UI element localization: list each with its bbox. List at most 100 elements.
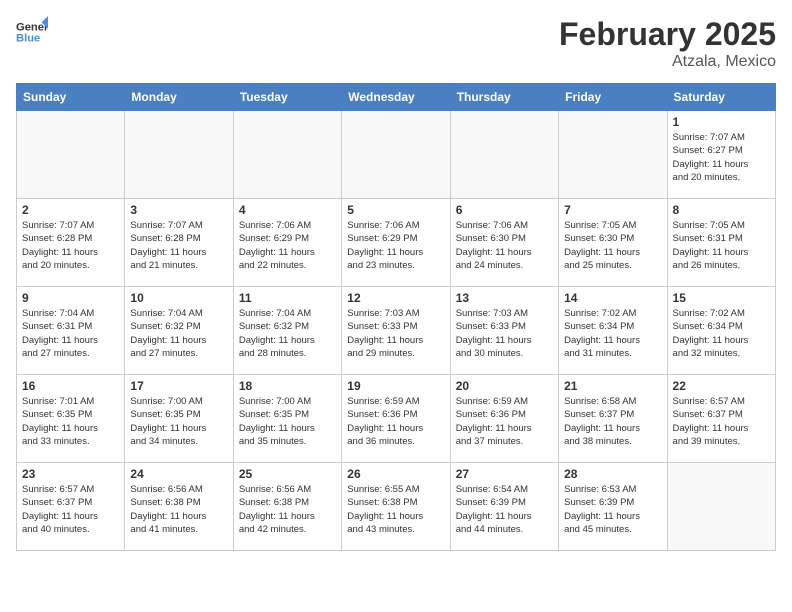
day-number: 5	[347, 203, 444, 217]
day-info: Sunrise: 6:56 AM Sunset: 6:38 PM Dayligh…	[130, 483, 227, 536]
day-number: 28	[564, 467, 661, 481]
day-number: 7	[564, 203, 661, 217]
day-info: Sunrise: 6:58 AM Sunset: 6:37 PM Dayligh…	[564, 395, 661, 448]
day-number: 19	[347, 379, 444, 393]
calendar-day-cell: 12 Sunrise: 7:03 AM Sunset: 6:33 PM Dayli…	[342, 287, 450, 375]
calendar-day-cell	[342, 111, 450, 199]
day-number: 17	[130, 379, 227, 393]
calendar-day-cell: 2 Sunrise: 7:07 AM Sunset: 6:28 PM Daylig…	[17, 199, 125, 287]
calendar-day-cell: 16 Sunrise: 7:01 AM Sunset: 6:35 PM Dayli…	[17, 375, 125, 463]
svg-text:Blue: Blue	[16, 33, 40, 45]
calendar-day-cell: 7 Sunrise: 7:05 AM Sunset: 6:30 PM Daylig…	[559, 199, 667, 287]
day-info: Sunrise: 7:03 AM Sunset: 6:33 PM Dayligh…	[347, 307, 444, 360]
calendar-week-row: 9 Sunrise: 7:04 AM Sunset: 6:31 PM Daylig…	[17, 287, 776, 375]
calendar-day-cell: 25 Sunrise: 6:56 AM Sunset: 6:38 PM Dayli…	[233, 463, 341, 551]
day-number: 11	[239, 291, 336, 305]
calendar-day-cell: 3Sunrise: 7:07 AM Sunset: 6:28 PM Daylig…	[125, 199, 233, 287]
calendar-week-row: 16 Sunrise: 7:01 AM Sunset: 6:35 PM Dayli…	[17, 375, 776, 463]
day-number: 14	[564, 291, 661, 305]
day-number: 27	[456, 467, 553, 481]
calendar-day-cell: 14 Sunrise: 7:02 AM Sunset: 6:34 PM Dayli…	[559, 287, 667, 375]
weekday-header-sunday: Sunday	[17, 84, 125, 111]
day-number: 25	[239, 467, 336, 481]
day-info: Sunrise: 6:59 AM Sunset: 6:36 PM Dayligh…	[456, 395, 553, 448]
day-number: 18	[239, 379, 336, 393]
calendar-day-cell	[667, 463, 775, 551]
weekday-header-friday: Friday	[559, 84, 667, 111]
weekday-header-saturday: Saturday	[667, 84, 775, 111]
calendar-day-cell: 21 Sunrise: 6:58 AM Sunset: 6:37 PM Dayli…	[559, 375, 667, 463]
day-info: Sunrise: 7:04 AM Sunset: 6:32 PM Dayligh…	[130, 307, 227, 360]
day-info: Sunrise: 7:06 AM Sunset: 6:29 PM Dayligh…	[239, 219, 336, 272]
day-info: Sunrise: 6:59 AM Sunset: 6:36 PM Dayligh…	[347, 395, 444, 448]
day-number: 10	[130, 291, 227, 305]
calendar-week-row: 2 Sunrise: 7:07 AM Sunset: 6:28 PM Daylig…	[17, 199, 776, 287]
day-info: Sunrise: 7:02 AM Sunset: 6:34 PM Dayligh…	[673, 307, 770, 360]
day-number: 6	[456, 203, 553, 217]
calendar-day-cell: 24 Sunrise: 6:56 AM Sunset: 6:38 PM Dayli…	[125, 463, 233, 551]
weekday-header-thursday: Thursday	[450, 84, 558, 111]
calendar-day-cell: 15 Sunrise: 7:02 AM Sunset: 6:34 PM Dayli…	[667, 287, 775, 375]
day-number: 1	[673, 115, 770, 129]
day-number: 4	[239, 203, 336, 217]
calendar-table: SundayMondayTuesdayWednesdayThursdayFrid…	[16, 83, 776, 551]
day-number: 23	[22, 467, 119, 481]
day-info: Sunrise: 7:05 AM Sunset: 6:30 PM Dayligh…	[564, 219, 661, 272]
day-number: 12	[347, 291, 444, 305]
month-title: February 2025	[559, 16, 776, 53]
day-info: Sunrise: 6:55 AM Sunset: 6:38 PM Dayligh…	[347, 483, 444, 536]
calendar-day-cell: 11Sunrise: 7:04 AM Sunset: 6:32 PM Dayli…	[233, 287, 341, 375]
day-number: 16	[22, 379, 119, 393]
calendar-day-cell: 13Sunrise: 7:03 AM Sunset: 6:33 PM Dayli…	[450, 287, 558, 375]
calendar-day-cell: 18 Sunrise: 7:00 AM Sunset: 6:35 PM Dayli…	[233, 375, 341, 463]
calendar-day-cell: 10 Sunrise: 7:04 AM Sunset: 6:32 PM Dayli…	[125, 287, 233, 375]
page-header: General Blue February 2025 Atzala, Mexic…	[16, 16, 776, 71]
calendar-week-row: 23 Sunrise: 6:57 AM Sunset: 6:37 PM Dayli…	[17, 463, 776, 551]
day-info: Sunrise: 6:57 AM Sunset: 6:37 PM Dayligh…	[673, 395, 770, 448]
day-info: Sunrise: 7:05 AM Sunset: 6:31 PM Dayligh…	[673, 219, 770, 272]
day-info: Sunrise: 7:00 AM Sunset: 6:35 PM Dayligh…	[239, 395, 336, 448]
day-info: Sunrise: 6:57 AM Sunset: 6:37 PM Dayligh…	[22, 483, 119, 536]
calendar-day-cell: 17 Sunrise: 7:00 AM Sunset: 6:35 PM Dayli…	[125, 375, 233, 463]
calendar-day-cell	[233, 111, 341, 199]
calendar-day-cell	[125, 111, 233, 199]
day-info: Sunrise: 7:07 AM Sunset: 6:27 PM Dayligh…	[673, 131, 770, 184]
day-number: 26	[347, 467, 444, 481]
calendar-day-cell	[559, 111, 667, 199]
day-info: Sunrise: 7:06 AM Sunset: 6:29 PM Dayligh…	[347, 219, 444, 272]
day-info: Sunrise: 7:00 AM Sunset: 6:35 PM Dayligh…	[130, 395, 227, 448]
day-info: Sunrise: 6:54 AM Sunset: 6:39 PM Dayligh…	[456, 483, 553, 536]
calendar-day-cell: 19 Sunrise: 6:59 AM Sunset: 6:36 PM Dayli…	[342, 375, 450, 463]
title-block: February 2025 Atzala, Mexico	[559, 16, 776, 71]
day-number: 22	[673, 379, 770, 393]
day-number: 8	[673, 203, 770, 217]
day-info: Sunrise: 7:01 AM Sunset: 6:35 PM Dayligh…	[22, 395, 119, 448]
calendar-day-cell: 5 Sunrise: 7:06 AM Sunset: 6:29 PM Daylig…	[342, 199, 450, 287]
calendar-day-cell: 28Sunrise: 6:53 AM Sunset: 6:39 PM Dayli…	[559, 463, 667, 551]
day-number: 15	[673, 291, 770, 305]
calendar-day-cell: 4 Sunrise: 7:06 AM Sunset: 6:29 PM Daylig…	[233, 199, 341, 287]
weekday-header-tuesday: Tuesday	[233, 84, 341, 111]
day-info: Sunrise: 7:07 AM Sunset: 6:28 PM Dayligh…	[22, 219, 119, 272]
calendar-week-row: 1 Sunrise: 7:07 AM Sunset: 6:27 PM Daylig…	[17, 111, 776, 199]
calendar-header-row: SundayMondayTuesdayWednesdayThursdayFrid…	[17, 84, 776, 111]
day-info: Sunrise: 7:02 AM Sunset: 6:34 PM Dayligh…	[564, 307, 661, 360]
calendar-day-cell: 23 Sunrise: 6:57 AM Sunset: 6:37 PM Dayli…	[17, 463, 125, 551]
calendar-day-cell: 1 Sunrise: 7:07 AM Sunset: 6:27 PM Daylig…	[667, 111, 775, 199]
day-info: Sunrise: 7:03 AM Sunset: 6:33 PM Dayligh…	[456, 307, 553, 360]
location: Atzala, Mexico	[559, 53, 776, 71]
day-info: Sunrise: 6:56 AM Sunset: 6:38 PM Dayligh…	[239, 483, 336, 536]
day-info: Sunrise: 7:04 AM Sunset: 6:31 PM Dayligh…	[22, 307, 119, 360]
day-number: 24	[130, 467, 227, 481]
day-info: Sunrise: 7:07 AM Sunset: 6:28 PM Dayligh…	[130, 219, 227, 272]
day-number: 21	[564, 379, 661, 393]
day-number: 9	[22, 291, 119, 305]
calendar-day-cell: 20Sunrise: 6:59 AM Sunset: 6:36 PM Dayli…	[450, 375, 558, 463]
weekday-header-wednesday: Wednesday	[342, 84, 450, 111]
logo: General Blue	[16, 16, 48, 48]
calendar-day-cell	[17, 111, 125, 199]
logo-icon: General Blue	[16, 16, 48, 48]
calendar-day-cell: 8 Sunrise: 7:05 AM Sunset: 6:31 PM Daylig…	[667, 199, 775, 287]
calendar-day-cell: 22 Sunrise: 6:57 AM Sunset: 6:37 PM Dayli…	[667, 375, 775, 463]
day-number: 2	[22, 203, 119, 217]
